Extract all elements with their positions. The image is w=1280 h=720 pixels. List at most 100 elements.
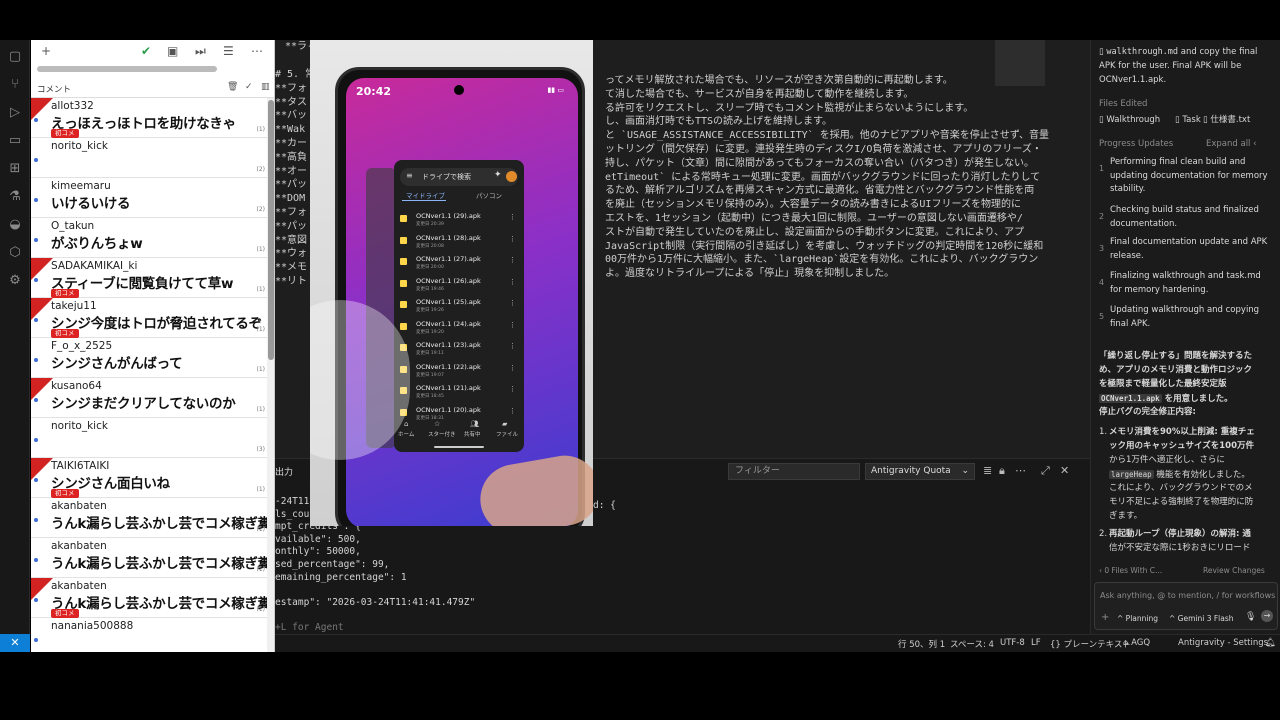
comment-row[interactable]: akanbaten うんk漏らし芸ふかし芸でコメ稼ぎ糞芸おったん！+ビリグソ漏らし… [31,498,274,538]
panel-tab-output[interactable]: 出力 [275,465,293,478]
minimap[interactable] [995,40,1045,86]
review-changes-button[interactable]: Review Changes [1203,564,1265,577]
nav-icon[interactable]: 👥︎ [470,420,479,428]
more-vert-icon[interactable]: ⋮ [509,213,516,221]
run-debug-icon[interactable]: ▷ [6,104,24,122]
file-chip-spec[interactable]: ▯ 仕様書.txt [1203,114,1250,127]
extensions-icon[interactable]: ⊞ [6,160,24,178]
drive-file-row[interactable]: OCNver1.1 (28).apk 変更日 20:08 ⋮ [400,234,518,254]
more-vert-icon[interactable]: ⋮ [509,235,516,243]
bottom-nav-item[interactable]: ファイル [496,430,518,438]
comment-row[interactable]: akanbaten うんk漏らし芸ふかし芸でコメ稼ぎ糞芸おったん！+ビリグソ漏らし… [31,578,274,618]
comment-row[interactable]: F_o_x_2525 シンジさんがんばって (1) [31,338,267,378]
tab-computers[interactable]: パソコン [476,190,502,200]
bottom-nav-item[interactable]: スター付き [428,430,456,438]
more-vert-icon[interactable]: ⋮ [509,407,516,415]
list-filter-icon[interactable]: ≣ [983,464,992,477]
sparkle-icon[interactable]: ✦ [494,170,502,180]
agq-status[interactable]: ⌂ AGQ [1123,638,1150,648]
more-vert-icon[interactable]: ⋮ [509,256,516,264]
preview-icon[interactable]: ▣ [167,44,178,58]
comment-list[interactable]: allot332 えっほえっほトロを助けなきゃ (1) 初コメ norito_kick (… [31,98,274,652]
output-channel-select[interactable]: Antigravity Quota ⌄ [865,463,975,480]
drive-file-row[interactable]: OCNver1.1 (22).apk 変更日 19:07 ⋮ [400,363,518,383]
nav-icon[interactable]: ⌂ [404,420,408,428]
scrollbar-thumb[interactable] [268,100,274,360]
columns-icon[interactable]: ▥ [261,82,270,92]
filter-icon[interactable]: ✓ [245,82,253,92]
settings-status[interactable]: Antigravity - Settings [1178,638,1268,648]
more-icon[interactable]: ⋯ [1015,464,1026,477]
add-icon[interactable]: + [41,44,51,58]
comment-row[interactable]: SADAKAMIKAI_ki スティーブに閲覧負けてて草w (1) 初コメ [31,258,267,298]
drive-file-row[interactable]: OCNver1.1 (20).apk 変更日 18:31 ⋮ [400,406,518,426]
maximize-icon[interactable]: ⤢ [1041,464,1050,478]
comment-row[interactable]: TAIKI6TAIKI シンジさん面白いね (1) 初コメ [31,458,267,498]
progress-step[interactable]: Finalizing walkthrough and task.md for m… [1110,270,1275,297]
drive-search-input[interactable]: ドライブで検索 [422,172,471,182]
mode-select[interactable]: ^ Planning [1117,612,1158,625]
bottom-nav-item[interactable]: 共有中 [464,430,481,438]
progress-step[interactable]: Final documentation update and APK relea… [1110,236,1275,263]
line-ending[interactable]: LF [1031,638,1041,648]
horizontal-scrollbar[interactable] [37,66,217,72]
more-vert-icon[interactable]: ⋮ [509,299,516,307]
comment-row[interactable]: takeju11 シンジ今度はトロが脅迫されてるぞ (1) 初コメ [31,298,267,338]
skip-icon[interactable]: ⏭ [195,44,206,59]
menu-icon[interactable]: ≡ [406,171,413,180]
vertical-scrollbar[interactable] [267,98,274,652]
encoding[interactable]: UTF-8 [1000,638,1025,648]
drive-file-row[interactable]: OCNver1.1 (24).apk 変更日 19:20 ⋮ [400,320,518,340]
comment-row[interactable]: akanbaten うんk漏らし芸ふかし芸でコメ稼ぎ糞芸おったん！+ビリグソ漏らし… [31,538,274,578]
comment-row[interactable]: nanania500888 [31,618,267,652]
progress-step[interactable]: Updating walkthrough and copying final A… [1110,304,1275,331]
indentation[interactable]: スペース: 4 [950,638,994,650]
close-icon[interactable]: ✕ [1060,464,1069,477]
list-icon[interactable]: ☰ [223,44,234,58]
more-vert-icon[interactable]: ⋮ [509,364,516,372]
nav-icon[interactable]: ▰ [502,420,507,428]
more-vert-icon[interactable]: ⋮ [509,342,516,350]
remote-icon[interactable]: ▭ [6,132,24,150]
agent-input-box[interactable]: Ask anything, @ to mention, / for workfl… [1094,582,1278,630]
comment-row[interactable]: kimeemaru いけるいける (2) [31,178,267,218]
comment-row[interactable]: allot332 えっほえっほトロを助けなきゃ (1) 初コメ [31,98,267,138]
drive-search-bar[interactable]: ≡ ドライブで検索 ✦ [400,168,518,186]
walkthrough-filename[interactable]: walkthrough.md [1106,47,1178,57]
remote-indicator-icon[interactable]: ✕ [0,634,30,652]
drive-file-row[interactable]: OCNver1.1 (21).apk 変更日 18:45 ⋮ [400,384,518,404]
cursor-position[interactable]: 行 50、列 1 [898,638,945,650]
microphone-icon[interactable]: 🎙︎ [1245,611,1256,624]
bell-icon[interactable]: 🔔︎ [1265,638,1276,648]
settings-gear-icon[interactable]: ⚙ [6,272,24,290]
drive-file-row[interactable]: OCNver1.1 (29).apk 変更日 20:39 ⋮ [400,212,518,232]
android-icon[interactable]: ◒ [6,216,24,234]
lock-icon[interactable]: 🔒︎ [999,464,1005,478]
agent-input[interactable]: Ask anything, @ to mention, / for workfl… [1100,589,1275,602]
check-icon[interactable]: ✔ [141,44,151,58]
nav-icon[interactable]: ☆ [434,420,440,428]
tab-my-drive[interactable]: マイドライブ [406,190,445,200]
more-icon[interactable]: ⋯ [251,44,263,58]
package-icon[interactable]: ⬡ [6,244,24,262]
language-mode[interactable]: {} プレーンテキスト [1050,638,1131,650]
avatar[interactable] [506,171,517,182]
drive-file-row[interactable]: OCNver1.1 (25).apk 変更日 19:26 ⋮ [400,298,518,318]
progress-step[interactable]: Checking build status and finalized docu… [1110,204,1275,231]
file-chip-walkthrough[interactable]: ▯ Walkthrough [1099,114,1160,127]
filter-input[interactable]: フィルター [728,463,860,480]
bottom-nav-item[interactable]: ホーム [398,430,414,438]
trash-icon[interactable]: 🗑︎ [227,82,238,92]
more-vert-icon[interactable]: ⋮ [509,278,516,286]
comment-row[interactable]: O_takun がぶりんちょw (1) [31,218,267,258]
file-chip-task[interactable]: ▯ Task [1175,114,1201,127]
comment-row[interactable]: norito_kick (2) [31,138,267,178]
drive-file-row[interactable]: OCNver1.1 (27).apk 変更日 20:00 ⋮ [400,255,518,275]
more-vert-icon[interactable]: ⋮ [509,321,516,329]
explorer-icon[interactable]: ▢ [6,48,24,66]
add-context-icon[interactable]: + [1101,611,1109,624]
expand-all-button[interactable]: Expand all ‹ [1206,138,1257,151]
comment-row[interactable]: norito_kick (3) [31,418,267,458]
drive-file-row[interactable]: OCNver1.1 (26).apk 変更日 19:46 ⋮ [400,277,518,297]
source-control-icon[interactable]: ⑂ [6,76,24,94]
